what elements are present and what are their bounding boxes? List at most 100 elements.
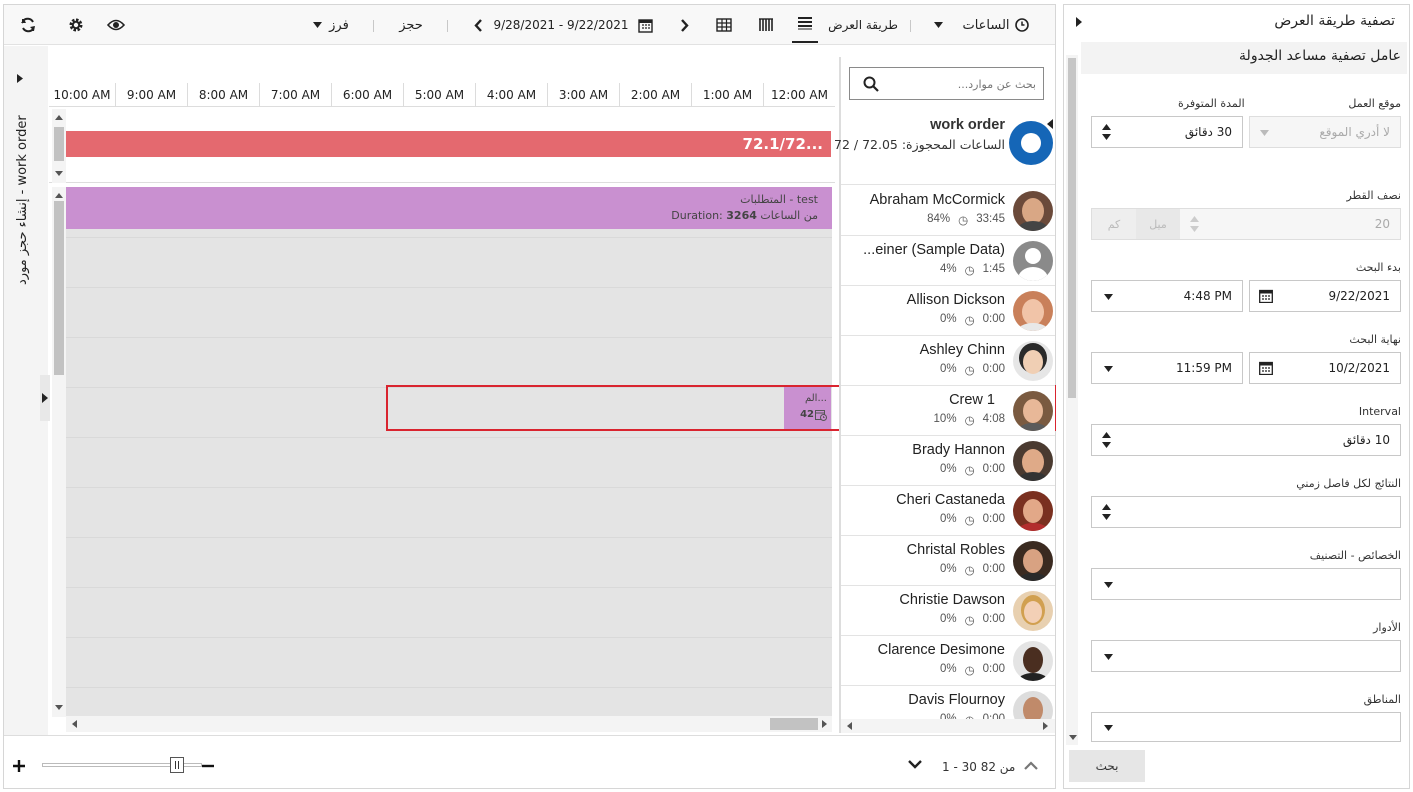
- resource-row[interactable]: Brady Hannon 0% ◷ 0:00: [841, 436, 1055, 486]
- avatar: [1013, 291, 1053, 331]
- hour-cell: 8:00 AM: [187, 83, 259, 107]
- week-view-columns-icon[interactable]: [754, 5, 778, 45]
- search-end-time[interactable]: 11:59 PM: [1091, 352, 1243, 384]
- row-divider: [66, 287, 832, 288]
- list-view-icon[interactable]: [792, 5, 818, 43]
- search-start-time[interactable]: 4:48 PM: [1091, 280, 1243, 312]
- search-start-date[interactable]: 9/22/2021: [1249, 280, 1401, 312]
- row-divider: [66, 637, 832, 638]
- hours-dropdown-caret-icon[interactable]: [931, 5, 945, 45]
- clock-icon: ◷: [964, 565, 975, 577]
- zoom-out-minus-icon[interactable]: [202, 764, 214, 768]
- avatar: [1013, 641, 1053, 681]
- date-range-label[interactable]: 9/28/2021 - 9/22/2021: [493, 5, 628, 45]
- dropdown-caret-icon[interactable]: [1104, 294, 1113, 300]
- dropdown-caret-icon[interactable]: [1104, 366, 1113, 372]
- work-location-label: موقع العمل: [1348, 97, 1401, 110]
- calendar-icon[interactable]: [1259, 289, 1273, 303]
- resource-name: Christal Robles: [906, 542, 1005, 558]
- zoom-slider-thumb[interactable]: [170, 757, 184, 773]
- search-end-label: نهاية البحث: [1349, 333, 1401, 346]
- page-up-chevron-icon[interactable]: [1024, 761, 1038, 770]
- hour-cell: 9:00 AM: [115, 83, 187, 107]
- expand-caret-icon[interactable]: [17, 74, 23, 83]
- calendar-icon[interactable]: [634, 5, 656, 45]
- resource-row[interactable]: Abraham McCormick 84% ◷ 33:45: [841, 186, 1055, 236]
- search-end-date[interactable]: 10/2/2021: [1249, 352, 1401, 384]
- row-divider: [66, 437, 832, 438]
- radius-unit-km[interactable]: كم: [1092, 209, 1136, 239]
- booked-hours: 0:00: [982, 663, 1005, 675]
- refresh-icon[interactable]: [16, 5, 40, 45]
- settings-gear-icon[interactable]: [64, 5, 88, 45]
- filter-scroll-down-icon[interactable]: [1069, 735, 1077, 740]
- create-booking-tab[interactable]: إنشاء حجز مورد - work order: [4, 60, 44, 285]
- resource-row[interactable]: Christie Dawson 0% ◷ 0:00: [841, 586, 1055, 636]
- avatar: [1013, 541, 1053, 581]
- utilization-percent: 0%: [939, 513, 957, 525]
- characteristics-select[interactable]: [1091, 568, 1401, 600]
- stepper-arrows-icon[interactable]: [1102, 432, 1111, 448]
- utilization-percent: 84%: [927, 213, 951, 225]
- grid-collapse-toggle[interactable]: [40, 375, 50, 421]
- work-order-row[interactable]: work order الساعات المحجوزة: 72.05 / 72: [834, 109, 1055, 185]
- stepper-arrows-icon[interactable]: [1102, 504, 1111, 520]
- requirement-scrollbar[interactable]: [52, 109, 66, 183]
- resource-row[interactable]: Cheri Castaneda 0% ◷ 0:00: [841, 486, 1055, 536]
- horizontal-scroll-thumb[interactable]: [770, 718, 818, 730]
- search-icon[interactable]: [863, 76, 879, 92]
- resource-row[interactable]: Clarence Desimone 0% ◷ 0:00: [841, 636, 1055, 686]
- dropdown-caret-icon[interactable]: [1104, 725, 1113, 731]
- work-location-select[interactable]: لا أدري الموقع: [1249, 116, 1401, 148]
- calendar-icon[interactable]: [1259, 361, 1273, 375]
- stepper-arrows-icon[interactable]: [1102, 124, 1111, 140]
- sort-dropdown-caret-icon[interactable]: [310, 5, 324, 45]
- available-duration-stepper[interactable]: 30 دقائق: [1091, 116, 1243, 148]
- search-start-label: بدء البحث: [1355, 261, 1401, 274]
- create-booking-label[interactable]: إنشاء حجز مورد - work order: [15, 95, 37, 285]
- view-type-label: طريقة العرض: [828, 18, 898, 32]
- filter-collapse-caret-icon[interactable]: [1076, 17, 1082, 27]
- resource-search-input[interactable]: [886, 74, 1036, 94]
- next-chevron-icon[interactable]: [676, 5, 694, 45]
- toolbar-divider: [910, 20, 911, 32]
- page-down-chevron-icon[interactable]: [908, 760, 922, 769]
- hour-cell: 12:00 AM: [763, 83, 835, 107]
- resource-search-box[interactable]: [849, 67, 1044, 100]
- zoom-in-plus-icon[interactable]: [13, 760, 25, 772]
- avatar: [1013, 191, 1053, 231]
- booking-block-test[interactable]: المتطلبات - test Duration: من الساعات 32…: [66, 187, 832, 229]
- filter-scroll-thumb[interactable]: [1068, 58, 1076, 398]
- resource-row[interactable]: Ashley Chinn 0% ◷ 0:00: [841, 336, 1055, 386]
- schedule-scroll-thumb[interactable]: [54, 201, 64, 375]
- resource-row[interactable]: Christal Robles 0% ◷ 0:00: [841, 536, 1055, 586]
- resource-row[interactable]: Allison Dickson 0% ◷ 0:00: [841, 286, 1055, 336]
- booked-hours: 0:00: [982, 613, 1005, 625]
- row-divider: [66, 237, 832, 238]
- dropdown-caret-icon[interactable]: [1104, 654, 1113, 660]
- radius-field[interactable]: 20 ميل كم: [1091, 208, 1401, 240]
- interval-stepper[interactable]: 10 دقائق: [1091, 424, 1401, 456]
- sort-button[interactable]: فرز: [326, 5, 352, 45]
- results-per-interval-stepper[interactable]: [1091, 496, 1401, 528]
- dropdown-caret-icon[interactable]: [1104, 582, 1113, 588]
- resource-name: Christie Dawson: [899, 592, 1005, 608]
- booked-hours: 1:45: [982, 263, 1005, 275]
- avatar: [1013, 391, 1053, 431]
- resource-row-crew[interactable]: Crew 1 10% ◷ 4:08: [841, 386, 1055, 436]
- day-view-grid-icon[interactable]: [712, 5, 736, 45]
- schedule-horizontal-scrollbar[interactable]: [66, 716, 832, 732]
- resource-horizontal-scrollbar[interactable]: [841, 719, 1055, 733]
- previous-chevron-icon[interactable]: [469, 5, 487, 45]
- territories-select[interactable]: [1091, 712, 1401, 742]
- radius-unit-miles[interactable]: ميل: [1136, 209, 1180, 239]
- eye-icon[interactable]: [104, 5, 128, 45]
- resource-row[interactable]: ...einer (Sample Data) 4% ◷ 1:45: [841, 236, 1055, 286]
- row-divider: [66, 537, 832, 538]
- clock-icon: [1014, 5, 1030, 45]
- hours-dropdown[interactable]: الساعات: [962, 5, 1010, 45]
- book-button[interactable]: حجز: [396, 5, 426, 45]
- requirement-bar[interactable]: 72.1/72...: [66, 131, 831, 157]
- search-button[interactable]: بحث: [1069, 750, 1145, 782]
- roles-select[interactable]: [1091, 640, 1401, 672]
